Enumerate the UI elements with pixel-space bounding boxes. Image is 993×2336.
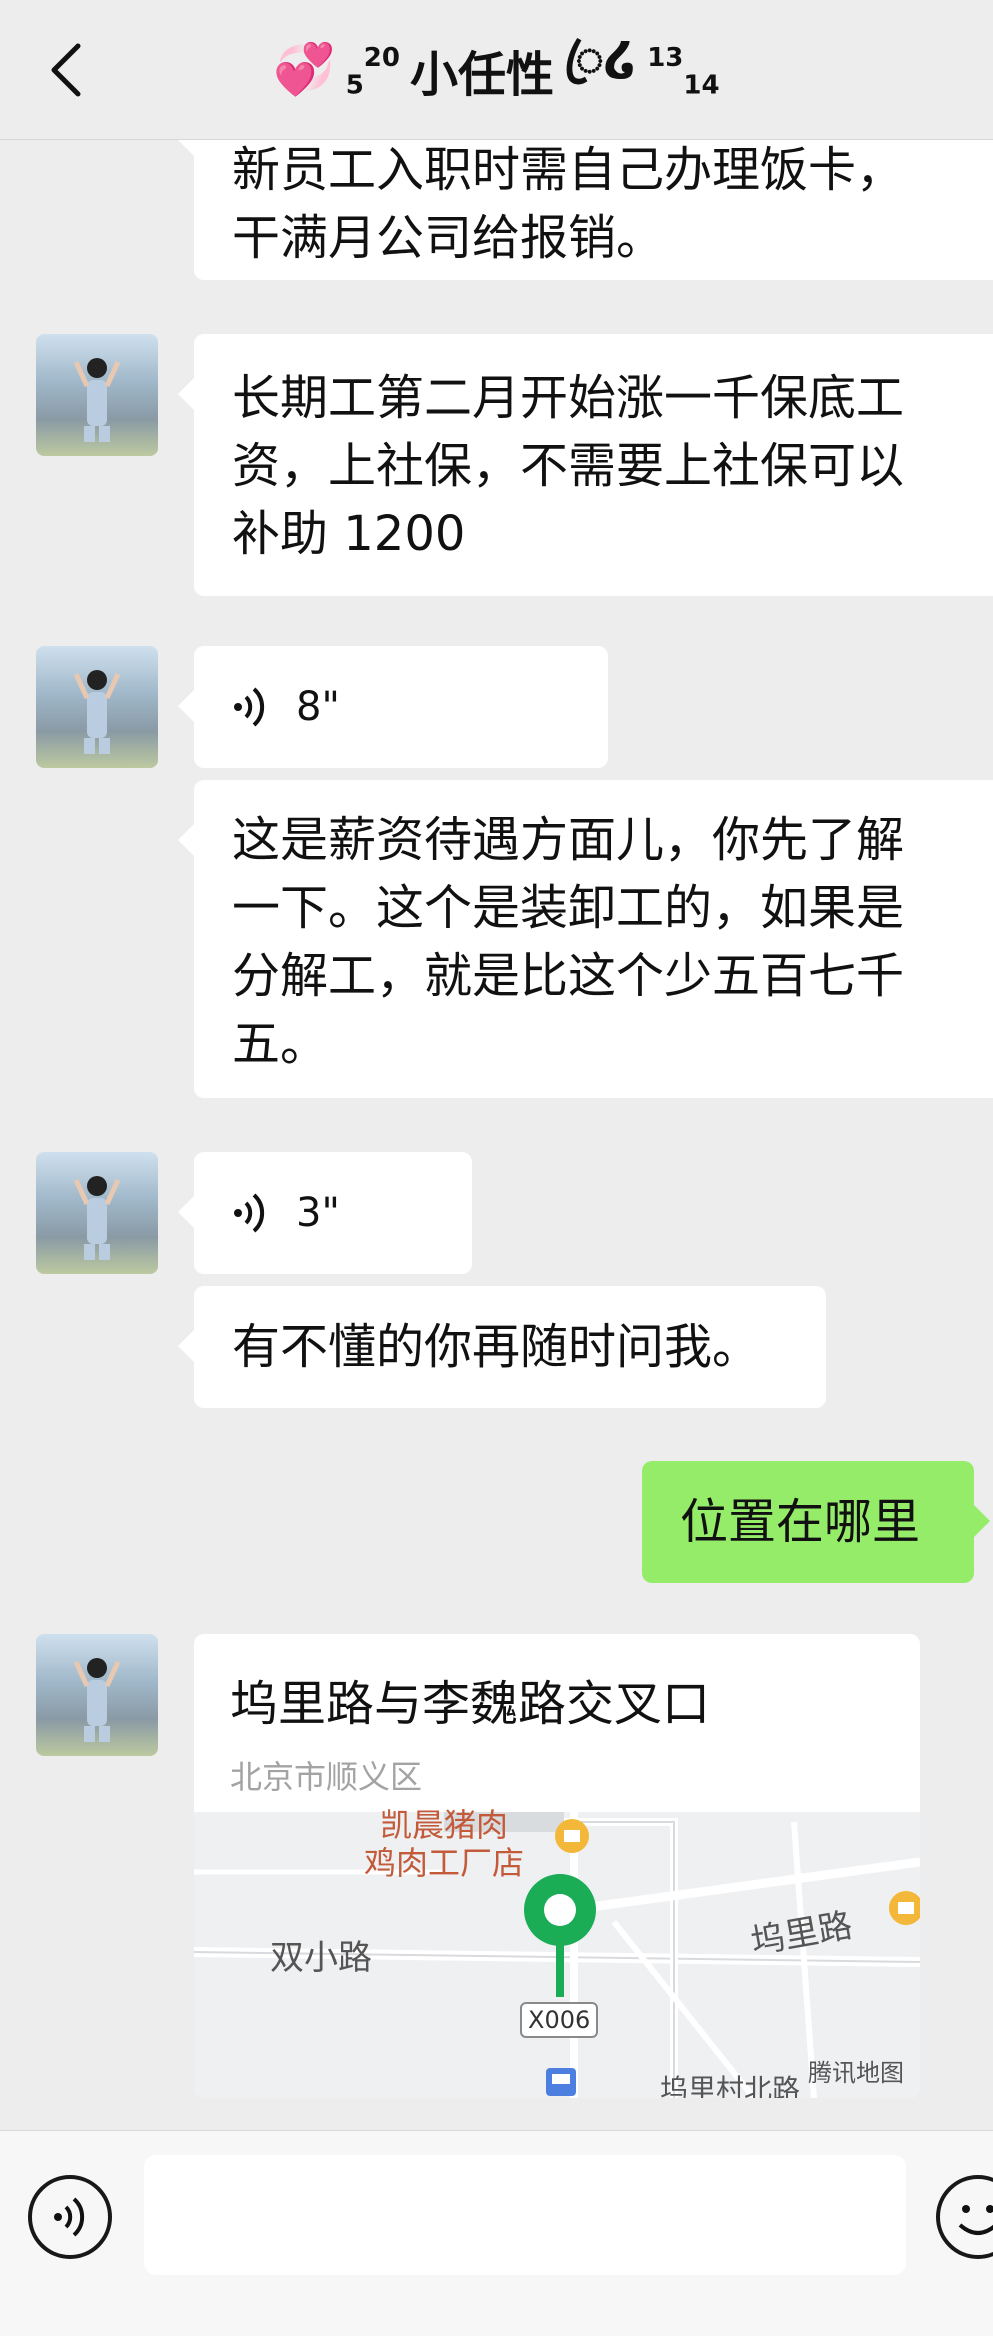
title-sup-a: 20 [363,42,400,73]
voice-message[interactable]: 3" [178,1152,472,1274]
avatar[interactable] [36,646,158,768]
voice-message[interactable]: 8" [178,646,608,768]
message-text-line: 这是薪资待遇方面儿，你先了解 [232,812,905,868]
message-input[interactable] [144,2155,906,2275]
message-text: 位置在哪里 [680,1494,921,1550]
smiley-icon [958,2205,993,2235]
avatar-figure [74,1658,120,1742]
map-preview[interactable]: 凯晨猪肉 鸡肉工厂店 双小路 坞里路 坞里村北路 X006 腾讯地图 [194,1806,920,2098]
avatar[interactable] [36,334,158,456]
road-label: 双小路 [270,1938,372,1978]
voice-input-button[interactable] [28,2175,112,2259]
title-sup-b: 13 [647,42,684,73]
location-card[interactable]: 坞里路与李魏路交叉口 北京市顺义区 凯晨猪肉 鸡肉工厂店 双小路 坞里路 坞里村… [194,1634,920,2098]
message-text-line: 新员工入职时需自己办理饭卡， [232,142,905,198]
road-number-tag: X006 [520,2002,599,2038]
avatar-figure [74,670,120,754]
chat-header: 💞 520 小任性 ꦿ໒ 1314 [0,0,993,140]
title-sub-a: 5 [345,70,364,101]
message-text-line: 分解工，就是比这个少五百七千 [232,948,905,1004]
map-pin-icon [524,1874,596,1997]
emoji-button[interactable] [936,2175,993,2259]
location-address: 北京市顺义区 [230,1758,423,1796]
title-sub-b: 14 [683,70,720,101]
voice-duration: 3" [296,1190,340,1236]
bus-stop-icon [546,2068,576,2096]
map-poi-label: 凯晨猪肉 鸡肉工厂店 [364,1806,525,1882]
chat-area[interactable]: 新员工入职时需自己办理饭卡， 干满月公司给报销。 长期工第二月开始涨一千保底工 … [0,140,993,2130]
input-bar [0,2130,993,2336]
message-bubble[interactable]: 这是薪资待遇方面儿，你先了解 一下。这个是装卸工的，如果是 分解工，就是比这个少… [178,780,993,1098]
shop-icon [889,1891,920,1925]
voice-duration: 8" [296,684,340,730]
avatar[interactable] [36,1152,158,1274]
location-title: 坞里路与李魏路交叉口 [230,1676,711,1732]
message-text-line: 资，上社保，不需要上社保可以 [232,438,905,494]
message-bubble[interactable]: 有不懂的你再随时问我。 [178,1286,826,1408]
chat-title: 💞 520 小任性 ꦿ໒ 1314 [273,21,719,119]
sent-message-bubble[interactable]: 位置在哪里 [642,1461,990,1583]
chevron-left-icon [51,43,81,97]
message-bubble[interactable]: 长期工第二月开始涨一千保底工 资，上社保，不需要上社保可以 补助 1200 [178,334,993,596]
back-button[interactable] [40,40,90,100]
message-text-line: 一下。这个是装卸工的，如果是 [232,880,905,936]
avatar[interactable] [36,1634,158,1756]
title-glyph: ꦿ໒ [563,30,638,87]
message-text: 有不懂的你再随时问我。 [232,1319,761,1375]
avatar-figure [74,1176,120,1260]
heart-emoji: 💞 [273,40,336,98]
contact-name: 小任性 [409,46,554,103]
message-text-line: 干满月公司给报销。 [232,210,665,266]
message-text-line: 补助 1200 [232,506,466,562]
road-label: 坞里村北路 [660,2073,801,2098]
message-text-line: 长期工第二月开始涨一千保底工 [232,370,905,426]
avatar-figure [74,358,120,442]
map-brand-logo: 腾讯地图 [808,2059,904,2087]
message-text-line: 五。 [232,1016,329,1072]
shop-icon [555,1819,589,1853]
voice-wave-icon [234,1193,265,1233]
voice-wave-icon [54,2197,85,2237]
message-bubble[interactable]: 新员工入职时需自己办理饭卡， 干满月公司给报销。 [178,140,993,280]
voice-wave-icon [234,687,265,727]
